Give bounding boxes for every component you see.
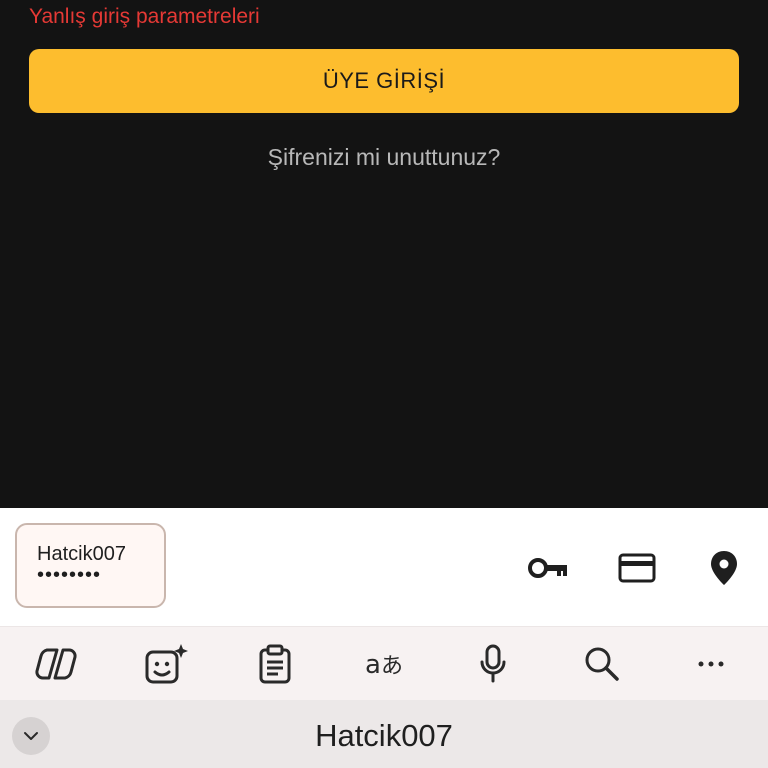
more-icon[interactable] [688, 641, 734, 687]
search-icon[interactable] [579, 641, 625, 687]
forgot-password-link[interactable]: Şifrenizi mi unuttunuz? [0, 144, 768, 171]
credential-username: Hatcik007 [37, 543, 126, 565]
key-icon[interactable] [527, 546, 571, 590]
login-button[interactable]: ÜYE GİRİŞİ [29, 49, 739, 113]
autofill-bar: Hatcik007 •••••••• [0, 508, 768, 626]
login-form: Yanlış giriş parametreleri ÜYE GİRİŞİ Şi… [0, 0, 768, 508]
screen: Yanlış giriş parametreleri ÜYE GİRİŞİ Şi… [0, 0, 768, 768]
translate-icon[interactable]: aあ [361, 641, 407, 687]
word-suggestion[interactable]: Hatcik007 [0, 718, 768, 754]
error-message: Yanlış giriş parametreleri [29, 5, 260, 28]
copilot-icon[interactable] [34, 641, 80, 687]
clipboard-icon[interactable] [252, 641, 298, 687]
suggestion-bar: Hatcik007 [0, 700, 768, 768]
sticker-sparkle-icon[interactable] [143, 641, 189, 687]
credential-suggestion-chip[interactable]: Hatcik007 •••••••• [15, 523, 166, 608]
location-pin-icon[interactable] [702, 546, 746, 590]
microphone-icon[interactable] [470, 641, 516, 687]
credential-password-mask: •••••••• [37, 564, 102, 586]
credit-card-icon[interactable] [615, 546, 659, 590]
keyboard-toolbar: aあ [0, 626, 768, 700]
